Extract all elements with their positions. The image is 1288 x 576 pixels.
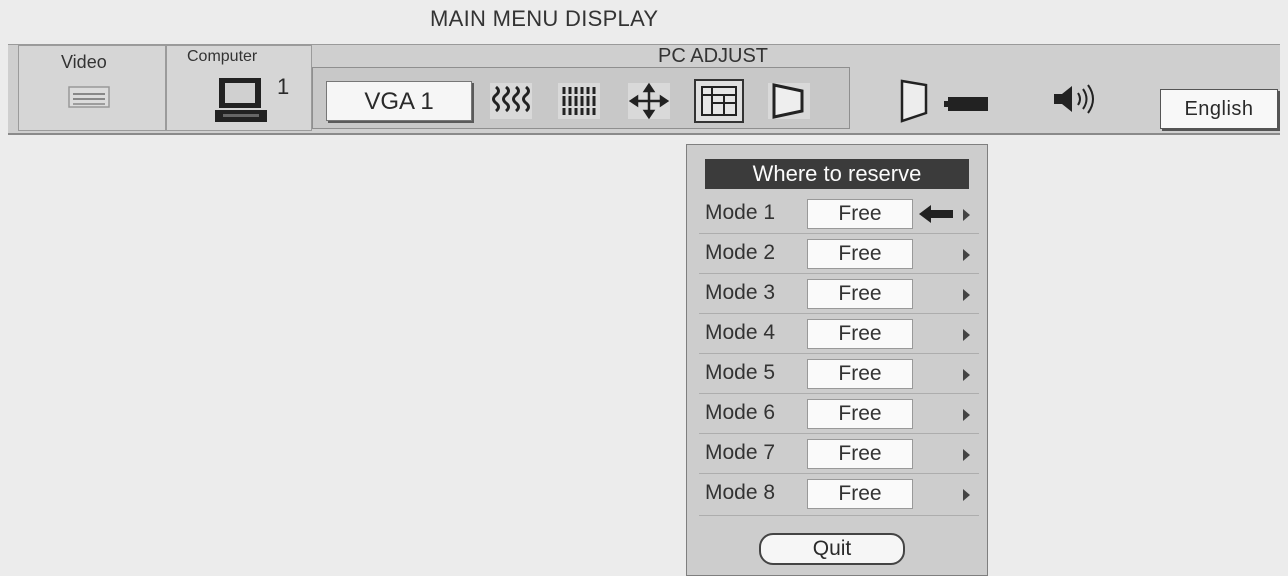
mode-label: Mode 5 xyxy=(705,361,776,384)
chevron-right-icon xyxy=(963,249,970,261)
mode-label: Mode 2 xyxy=(705,241,776,264)
mode-status: Free xyxy=(807,399,913,429)
chevron-right-icon xyxy=(963,409,970,421)
panel-header: Where to reserve xyxy=(705,159,969,189)
chevron-right-icon xyxy=(963,209,970,221)
mode-label: Mode 7 xyxy=(705,441,776,464)
chevron-right-icon xyxy=(963,489,970,501)
volume-icon[interactable] xyxy=(1048,81,1096,122)
keystone-icon xyxy=(764,83,814,127)
language-button[interactable]: English xyxy=(1160,89,1278,129)
mode-memory-button[interactable] xyxy=(694,79,744,123)
mode-row-1[interactable]: Mode 1 Free xyxy=(687,195,987,233)
fine-sync-button[interactable] xyxy=(486,79,536,123)
page-title: MAIN MENU DISPLAY xyxy=(430,6,659,31)
computer-input-number: 1 xyxy=(277,74,290,99)
mode-status: Free xyxy=(807,439,913,469)
mode-row-6[interactable]: Mode 6 Free xyxy=(687,395,987,433)
position-button[interactable] xyxy=(624,79,674,123)
tab-video-label: Video xyxy=(61,52,107,72)
mode-label: Mode 6 xyxy=(705,401,776,424)
projector-icon xyxy=(896,77,1006,130)
total-dots-button[interactable] xyxy=(554,79,604,123)
quit-button[interactable]: Quit xyxy=(759,533,905,565)
mode-status: Free xyxy=(807,239,913,269)
position-icon xyxy=(624,82,674,127)
mode-row-4[interactable]: Mode 4 Free xyxy=(687,315,987,353)
computer-icon xyxy=(213,76,269,131)
mode-row-3[interactable]: Mode 3 Free xyxy=(687,275,987,313)
chevron-right-icon xyxy=(963,369,970,381)
pc-adjust-label: PC ADJUST xyxy=(658,45,769,67)
chevron-right-icon xyxy=(963,289,970,301)
pointer-arrow-icon xyxy=(917,203,961,230)
mode-status: Free xyxy=(807,359,913,389)
keystone-button[interactable] xyxy=(764,79,814,123)
mode-label: Mode 3 xyxy=(705,281,776,304)
mode-memory-icon xyxy=(696,86,742,125)
mode-status: Free xyxy=(807,479,913,509)
tab-video[interactable]: Video xyxy=(18,45,166,131)
mode-status: Free xyxy=(807,279,913,309)
main-menu-bar: Video Computer 1 PC ADJUST VGA 1 English xyxy=(8,44,1280,135)
video-deck-icon xyxy=(67,84,111,115)
fine-sync-icon xyxy=(486,83,536,127)
total-dots-icon xyxy=(554,83,604,127)
chevron-right-icon xyxy=(963,449,970,461)
tab-computer[interactable]: Computer 1 xyxy=(166,45,312,131)
tab-computer-label: Computer xyxy=(187,48,258,65)
chevron-right-icon xyxy=(963,329,970,341)
mode-row-2[interactable]: Mode 2 Free xyxy=(687,235,987,273)
mode-row-7[interactable]: Mode 7 Free xyxy=(687,435,987,473)
mode-label: Mode 1 xyxy=(705,201,776,224)
mode-row-8[interactable]: Mode 8 Free xyxy=(687,475,987,513)
mode-status: Free xyxy=(807,199,913,229)
where-to-reserve-panel: Where to reserve Mode 1 Free Mode 2 Free… xyxy=(686,144,988,576)
mode-status: Free xyxy=(807,319,913,349)
vga-mode-button[interactable]: VGA 1 xyxy=(326,81,472,121)
mode-row-5[interactable]: Mode 5 Free xyxy=(687,355,987,393)
mode-label: Mode 4 xyxy=(705,321,776,344)
mode-label: Mode 8 xyxy=(705,481,776,504)
